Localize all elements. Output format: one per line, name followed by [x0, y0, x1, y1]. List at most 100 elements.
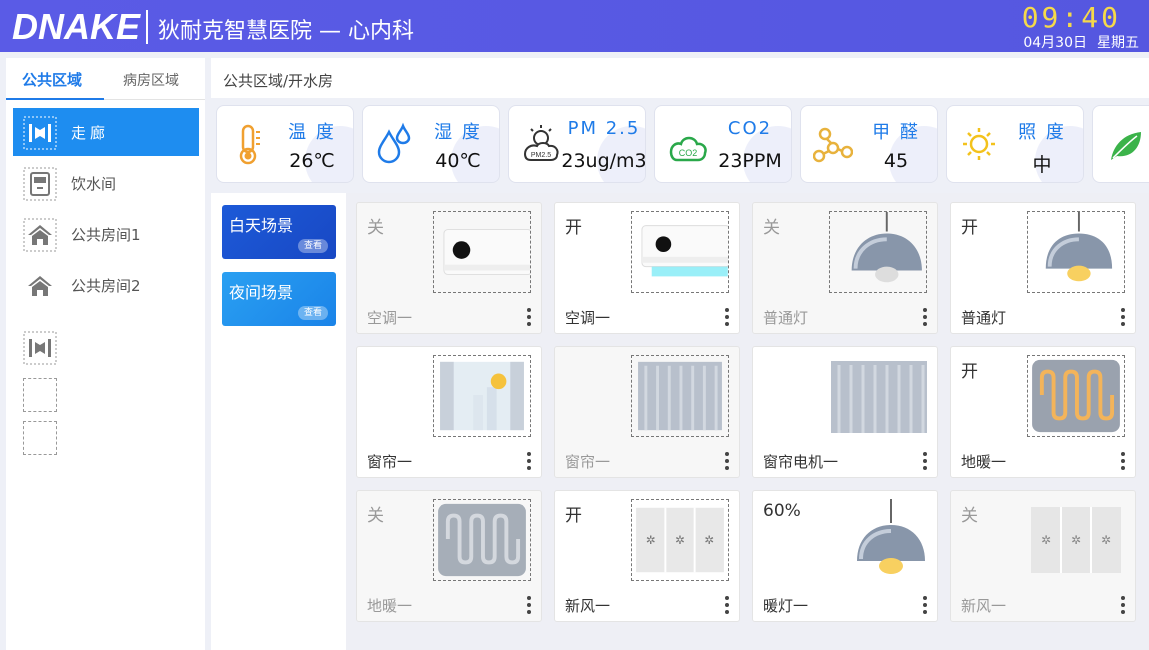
device-card-floor-heating[interactable]: 关 地暖一	[356, 490, 542, 622]
date-display: 04月30日 星期五	[1013, 32, 1139, 52]
tab-public-area[interactable]: 公共区域	[22, 69, 82, 90]
clock: 09:40	[1021, 1, 1121, 34]
sidebar-item-label: 走廊	[71, 124, 110, 142]
device-state: 开	[961, 362, 978, 382]
device-card-curtain-motor[interactable]: 窗帘电机一	[752, 346, 938, 478]
sensor-humidity[interactable]: 湿 度 40℃	[362, 105, 500, 183]
device-name: 普通灯	[763, 309, 809, 327]
more-icon[interactable]	[523, 307, 535, 329]
more-icon[interactable]	[919, 451, 931, 473]
sensor-strip: 温 度 26℃ 湿 度 40℃ PM2.5 PM 2.5 23ug/m3 CO2…	[211, 100, 1149, 188]
sensor-value: 26℃	[289, 150, 335, 172]
header-bar: DNAKE 狄耐克智慧医院 — 心内科 09:40 04月30日 星期五	[0, 0, 1149, 52]
svg-text:✲: ✲	[1101, 533, 1111, 547]
device-state: 开	[961, 218, 978, 238]
corridor-icon[interactable]	[23, 331, 57, 365]
device-grid: 关 空调一 开 空调一 关 普通灯 开 普通灯 窗帘一 窗帘一 窗帘电机一 开 …	[346, 193, 1149, 650]
sun-icon	[963, 128, 995, 160]
device-card-floor-heating[interactable]: 开 地暖一	[950, 346, 1136, 478]
scene-list: 白天场景 查看 夜间场景 查看	[211, 193, 345, 650]
device-card-ac[interactable]: 关 空调一	[356, 202, 542, 334]
more-icon[interactable]	[721, 307, 733, 329]
sensor-co2[interactable]: CO2 CO2 23PPM	[654, 105, 792, 183]
window-icon	[433, 355, 531, 437]
sidebar: 公共区域 病房区域 走廊 饮水间 公共房间1 公共房间2	[6, 58, 205, 650]
more-icon[interactable]	[1117, 307, 1129, 329]
ac-icon	[631, 211, 729, 293]
sidebar-item-public-room-2[interactable]: 公共房间2	[13, 261, 199, 309]
sidebar-item-public-room-1[interactable]: 公共房间1	[13, 210, 199, 258]
sidebar-item-corridor[interactable]: 走廊	[13, 108, 199, 156]
scene-label: 夜间场景	[229, 283, 294, 302]
co2-icon: CO2	[669, 136, 707, 162]
device-card-fresh-air[interactable]: 开 ✲ ✲ ✲ 新风一	[554, 490, 740, 622]
scene-view-button[interactable]: 查看	[298, 306, 328, 320]
device-card-lamp[interactable]: 关 普通灯	[752, 202, 938, 334]
device-card-lamp[interactable]: 开 普通灯	[950, 202, 1136, 334]
svg-text:✲: ✲	[675, 533, 685, 547]
more-icon[interactable]	[1117, 451, 1129, 473]
floor-heating-icon	[1027, 355, 1125, 437]
sensor-value: 中	[1032, 154, 1052, 176]
device-card-window-curtain[interactable]: 窗帘一	[356, 346, 542, 478]
curtain-icon	[631, 355, 729, 437]
tab-ward-area[interactable]: 病房区域	[123, 70, 179, 90]
sensor-temperature[interactable]: 温 度 26℃	[216, 105, 354, 183]
humidity-icon	[377, 122, 411, 164]
device-name: 新风一	[961, 597, 1007, 615]
more-icon[interactable]	[919, 307, 931, 329]
sensor-value: 23PPM	[718, 150, 782, 172]
sensor-name: CO2	[727, 118, 773, 139]
device-card-ac[interactable]: 开 空调一	[554, 202, 740, 334]
sensor-formaldehyde[interactable]: 甲 醛 45	[800, 105, 938, 183]
svg-text:✲: ✲	[646, 533, 656, 547]
device-card-curtain[interactable]: 窗帘一	[554, 346, 740, 478]
sensor-value: 45	[883, 150, 909, 172]
header-divider	[146, 10, 148, 44]
floor-heating-icon	[433, 499, 531, 581]
breadcrumb: 公共区域/开水房	[211, 58, 1149, 98]
leaf-icon	[1111, 132, 1141, 160]
sensor-name: PM 2.5	[567, 118, 641, 139]
more-icon[interactable]	[919, 595, 931, 617]
water-dispenser-icon	[23, 167, 57, 201]
sidebar-item-label: 饮水间	[71, 175, 117, 193]
sensor-name: 甲 醛	[872, 122, 920, 143]
device-name: 新风一	[565, 597, 611, 615]
more-icon[interactable]	[1117, 595, 1129, 617]
scene-day[interactable]: 白天场景 查看	[222, 205, 336, 259]
house-icon	[23, 218, 57, 252]
sensor-air-quality[interactable]	[1092, 105, 1149, 183]
thermometer-icon	[239, 124, 260, 165]
scene-night[interactable]: 夜间场景 查看	[222, 272, 336, 326]
active-tab-indicator	[6, 98, 104, 100]
device-state: 60%	[763, 501, 801, 521]
date-text: 04月30日	[1023, 35, 1087, 51]
more-icon[interactable]	[721, 451, 733, 473]
empty-icon-placeholder[interactable]	[23, 378, 57, 412]
sidebar-item-label: 公共房间2	[71, 277, 141, 295]
sidebar-item-water-room[interactable]: 饮水间	[13, 159, 199, 207]
page-title: 狄耐克智慧医院 — 心内科	[158, 19, 414, 44]
formaldehyde-icon	[813, 127, 853, 163]
device-name: 窗帘一	[367, 453, 413, 471]
device-card-warm-lamp[interactable]: 60% 暖灯一	[752, 490, 938, 622]
sidebar-item-label: 公共房间1	[71, 226, 141, 244]
scene-view-button[interactable]: 查看	[298, 239, 328, 253]
weekday-text: 星期五	[1097, 35, 1139, 51]
ac-icon	[433, 211, 531, 293]
device-name: 窗帘电机一	[763, 453, 839, 471]
device-name: 地暖一	[961, 453, 1007, 471]
more-icon[interactable]	[523, 595, 535, 617]
sensor-name: 湿 度	[434, 122, 482, 143]
device-card-fresh-air[interactable]: 关 ✲ ✲ ✲ 新风一	[950, 490, 1136, 622]
device-state: 开	[565, 506, 582, 526]
corridor-icon	[23, 116, 57, 150]
empty-icon-placeholder[interactable]	[23, 421, 57, 455]
more-icon[interactable]	[721, 595, 733, 617]
sensor-pm25[interactable]: PM2.5 PM 2.5 23ug/m3	[508, 105, 646, 183]
device-name: 空调一	[565, 309, 611, 327]
more-icon[interactable]	[523, 451, 535, 473]
svg-text:PM2.5: PM2.5	[531, 152, 551, 159]
sensor-illuminance[interactable]: 照 度 中	[946, 105, 1084, 183]
